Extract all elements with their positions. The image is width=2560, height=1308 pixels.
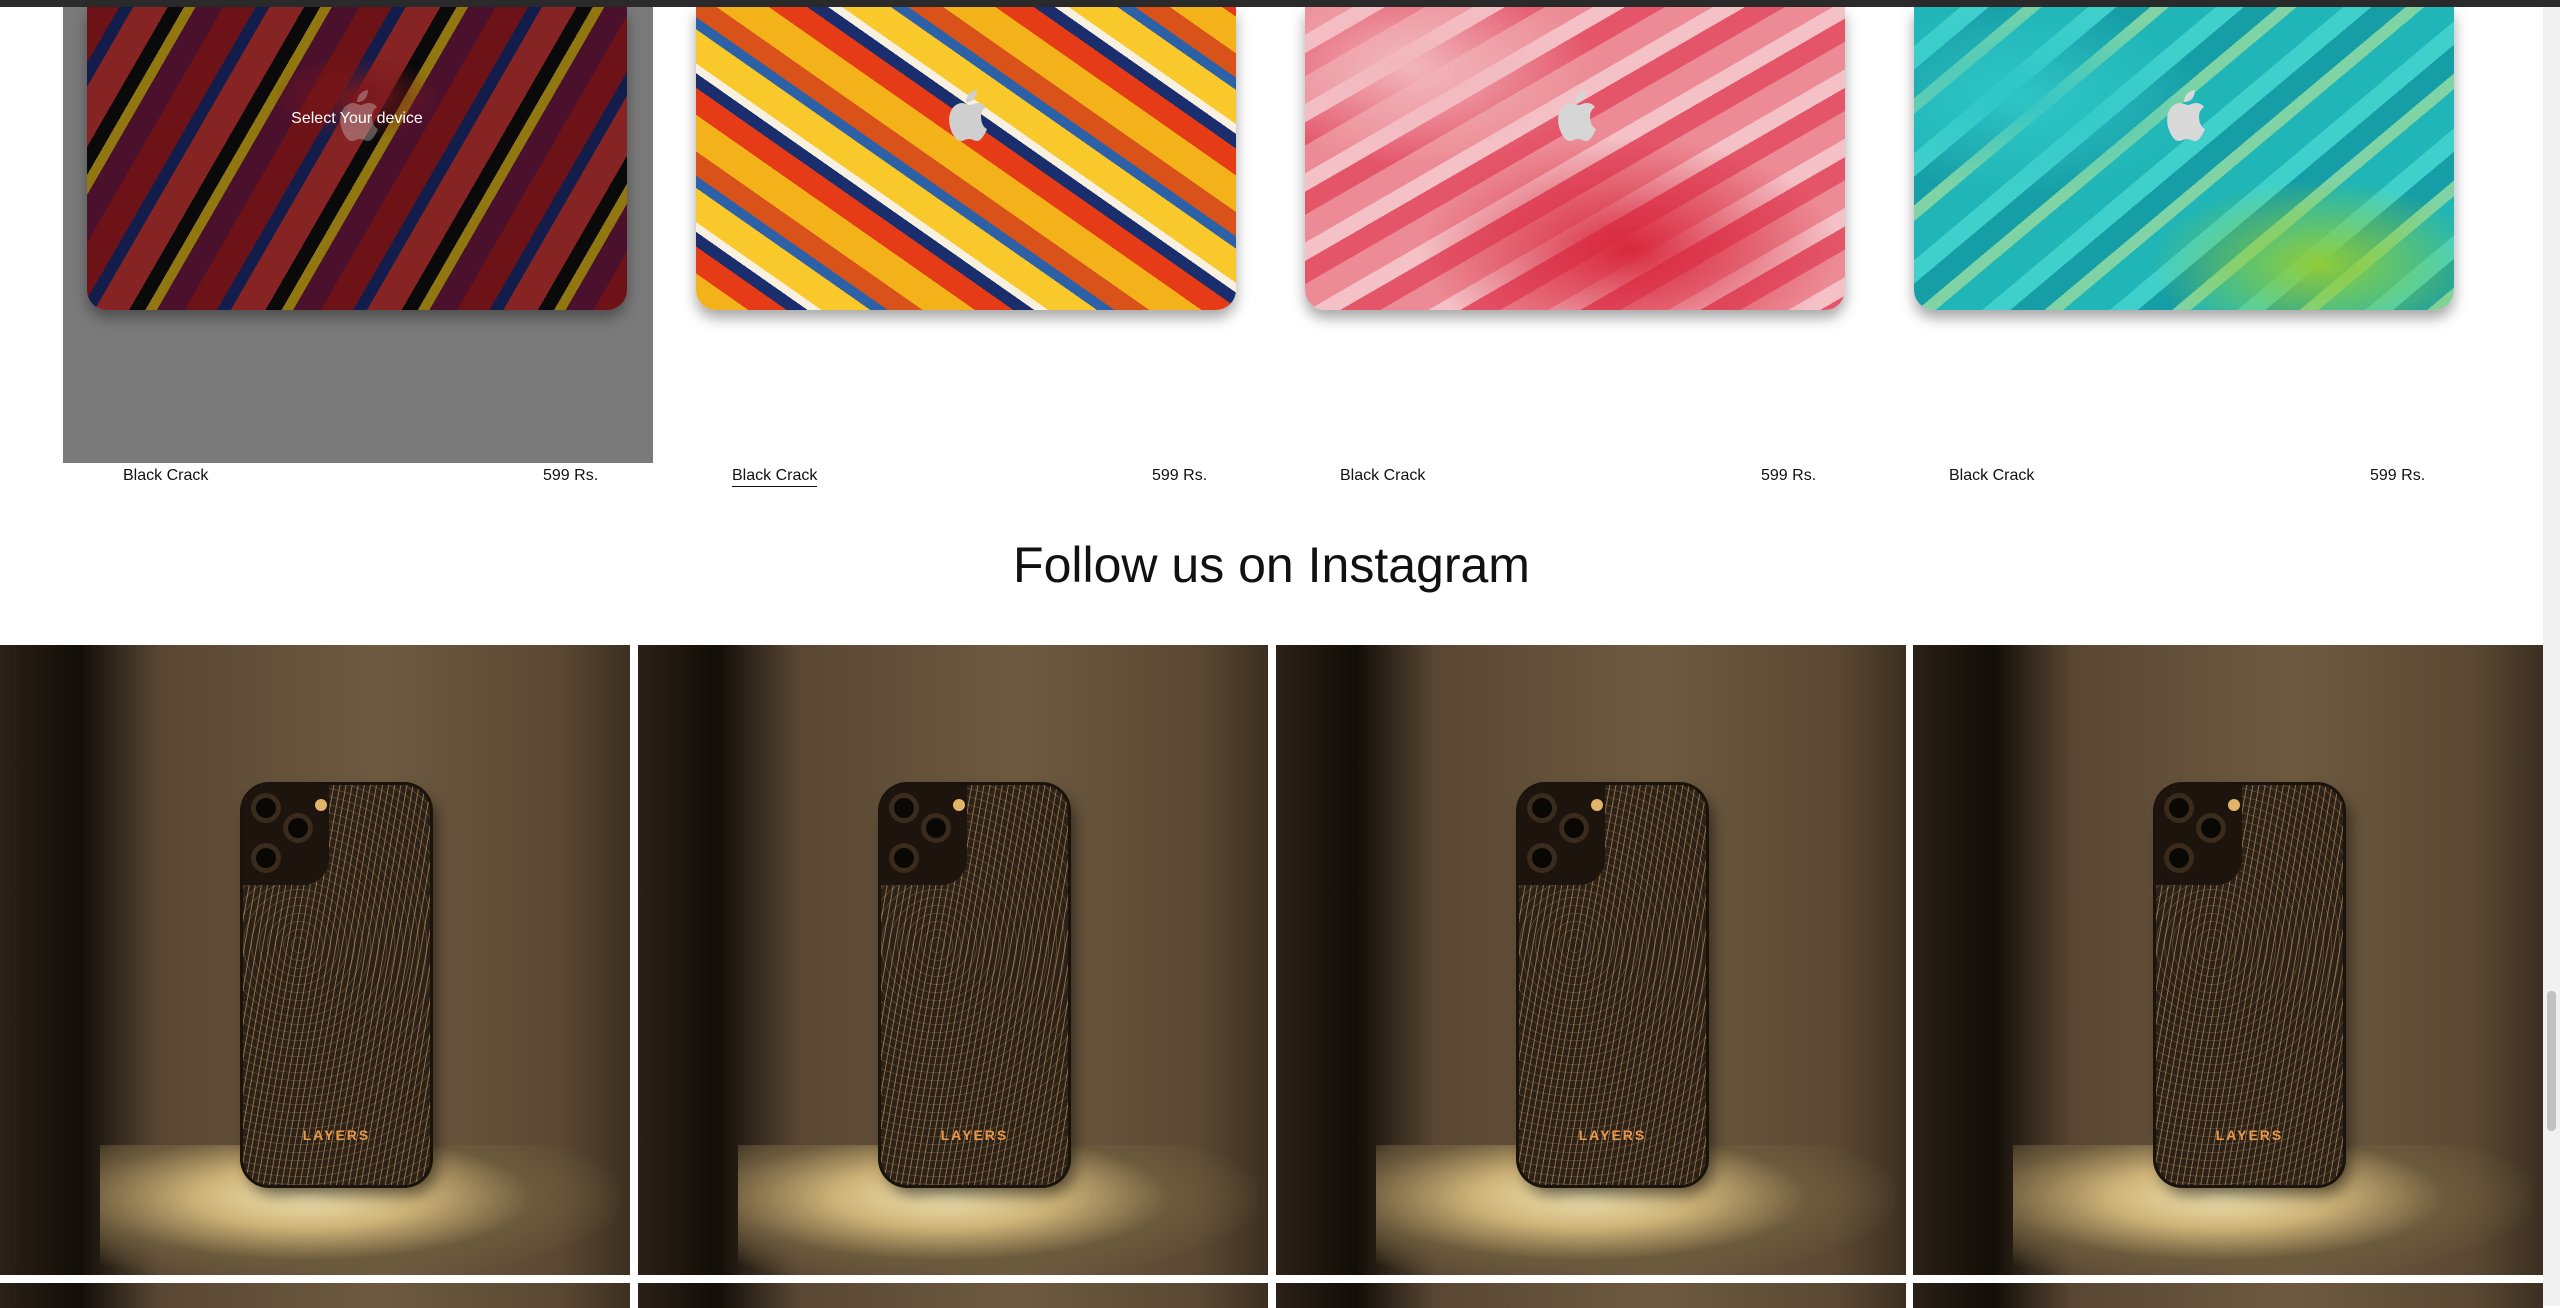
instagram-post[interactable]: LAYERS	[1276, 645, 1906, 1275]
product-name-3[interactable]: Black Crack	[1340, 467, 1425, 485]
scrollbar-thumb[interactable]	[2547, 991, 2556, 1131]
image-dim-overlay	[87, 7, 627, 310]
instagram-post[interactable]: LAYERS	[638, 645, 1268, 1275]
select-device-overlay-text[interactable]: Select Your device	[87, 110, 627, 128]
brand-logo-text: LAYERS	[302, 1127, 371, 1143]
product-price-1: 599 Rs.	[543, 467, 599, 484]
instagram-post[interactable]	[1913, 1283, 2543, 1308]
product-name-2[interactable]: Black Crack	[732, 467, 818, 487]
instagram-post[interactable]: LAYERS	[0, 645, 630, 1275]
browser-top-edge	[0, 0, 2560, 7]
apple-logo-icon	[949, 90, 987, 141]
product-name-1[interactable]: Black Crack	[123, 467, 208, 485]
instagram-post[interactable]	[638, 1283, 1268, 1308]
apple-logo-icon	[1558, 90, 1596, 141]
product-image-3[interactable]	[1305, 7, 1845, 310]
phone-case-image: LAYERS	[243, 785, 430, 1185]
phone-case-image: LAYERS	[2156, 785, 2343, 1185]
instagram-post[interactable]	[1276, 1283, 1906, 1308]
product-name-4[interactable]: Black Crack	[1949, 467, 2034, 485]
product-image-1[interactable]: Select Your device	[87, 7, 627, 310]
instagram-section-title: Follow us on Instagram	[1013, 537, 1530, 593]
product-price-2: 599 Rs.	[1152, 467, 1208, 484]
product-price-4: 599 Rs.	[2370, 467, 2426, 484]
product-image-2[interactable]	[696, 7, 1236, 310]
page-scrollbar[interactable]	[2543, 7, 2560, 1306]
phone-case-image: LAYERS	[881, 785, 1068, 1185]
product-price-3: 599 Rs.	[1761, 467, 1817, 484]
product-image-4[interactable]	[1914, 7, 2454, 310]
apple-logo-icon	[2167, 90, 2205, 141]
brand-logo-text: LAYERS	[940, 1127, 1009, 1143]
brand-logo-text: LAYERS	[1578, 1127, 1647, 1143]
instagram-post[interactable]: LAYERS	[1913, 645, 2543, 1275]
phone-case-image: LAYERS	[1519, 785, 1706, 1185]
instagram-post[interactable]	[0, 1283, 630, 1308]
brand-logo-text: LAYERS	[2215, 1127, 2284, 1143]
